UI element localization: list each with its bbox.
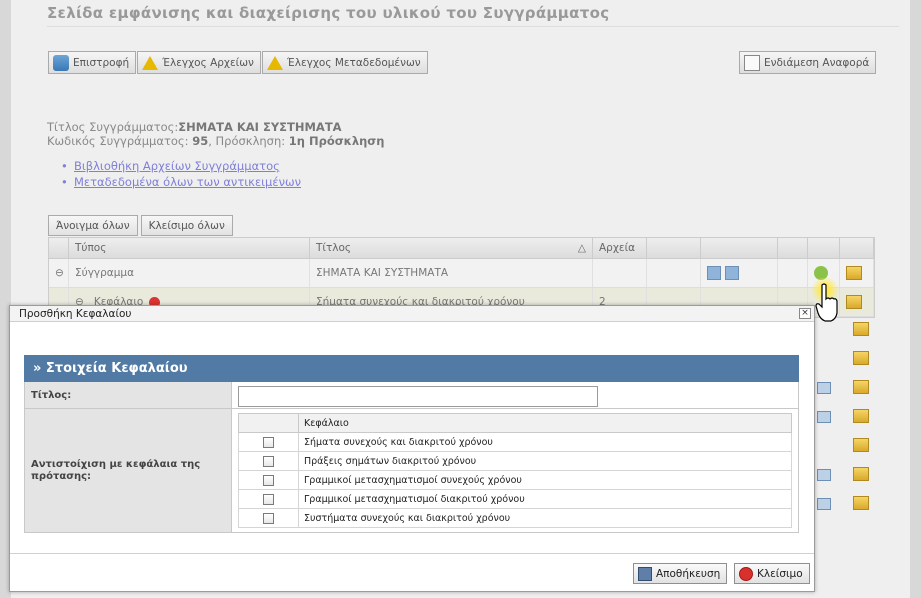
book-code-label: Κωδικός Συγγράμματος: [47, 134, 189, 148]
dialog-title: Προσθήκη Κεφαλαίου [19, 307, 132, 320]
back-button[interactable]: Επιστροφή [48, 51, 137, 74]
chapters-table: Κεφάλαιο Σήματα συνεχούς και διακριτού χ… [238, 413, 792, 528]
hand-cursor-icon [815, 283, 838, 322]
mapping-label: Αντιστοίχιση με κεφάλαια της πρότασης: [25, 409, 232, 532]
edit-icon[interactable] [725, 266, 739, 280]
save-button-label: Αποθήκευση [656, 567, 721, 580]
report-icon[interactable] [817, 469, 831, 481]
collapse-icon[interactable]: ⊖ [49, 259, 69, 287]
tree-controls: Άνοιγμα όλων Κλείσιμο όλων [48, 215, 236, 236]
warning-icon [266, 55, 283, 70]
chapter-label: Συστήματα συνεχούς και διακριτού χρόνου [298, 508, 792, 528]
interim-report-button[interactable]: Ενδιάμεση Αναφορά [739, 51, 877, 74]
chapter-column-header: Κεφάλαιο [298, 413, 792, 433]
call-label: , Πρόσκληση: [208, 134, 286, 148]
report-icon[interactable] [817, 382, 831, 394]
chapter-checkbox[interactable] [263, 474, 274, 486]
table-row[interactable]: ⊖ Σύγγραμμα ΣΗΜΑΤΑ ΚΑΙ ΣΥΣΤΗΜΑΤΑ [49, 259, 874, 288]
check-metadata-button[interactable]: Έλεγχος Μεταδεδομένων [261, 51, 428, 74]
row-title: ΣΗΜΑΤΑ ΚΑΙ ΣΥΣΤΗΜΑΤΑ [310, 259, 593, 287]
main-toolbar: Επιστροφή Έλεγχος Αρχείων Έλεγχος Μεταδε… [48, 51, 429, 74]
chapter-label: Σήματα συνεχούς και διακριτού χρόνου [298, 432, 792, 452]
folder-icon[interactable] [853, 438, 869, 452]
title-row: Τίτλος: [25, 382, 798, 409]
report-icon[interactable] [817, 498, 831, 510]
call-value: 1η Πρόσκληση [288, 134, 385, 148]
folder-icon[interactable] [846, 295, 862, 309]
collapse-all-button[interactable]: Κλείσιμο όλων [140, 215, 233, 236]
grid-header-col8 [808, 238, 840, 258]
book-code-value: 95 [192, 134, 209, 148]
book-title-value: ΣΗΜΑΤΑ ΚΑΙ ΣΥΣΤΗΜΑΤΑ [178, 120, 342, 134]
grid-header-title-label: Τίτλος [316, 242, 352, 254]
chapter-label: Γραμμικοί μετασχηματισμοί διακριτού χρόν… [298, 489, 792, 509]
check-metadata-label: Έλεγχος Μεταδεδομένων [286, 56, 421, 69]
back-icon [53, 54, 69, 71]
chapter-label: Γραμμικοί μετασχηματισμοί συνεχούς χρόνο… [298, 470, 792, 490]
grid-header-title[interactable]: Τίτλος △ [310, 238, 593, 258]
grid-header-col9 [840, 238, 874, 258]
chapter-checkbox[interactable] [263, 436, 274, 448]
section-header: » Στοιχεία Κεφαλαίου [24, 355, 799, 382]
folder-icon[interactable] [853, 409, 869, 423]
grid-header: Τύπος Τίτλος △ Αρχεία [49, 238, 874, 259]
view-icon[interactable] [707, 266, 721, 280]
chapter-checkbox[interactable] [263, 493, 274, 505]
dialog-footer: Αποθήκευση Κλείσιμο [10, 553, 814, 591]
book-links: Βιβλιοθήκη Αρχείων Συγγράμματος Μεταδεδο… [61, 158, 301, 190]
title-label: Τίτλος: [25, 382, 232, 408]
save-button[interactable]: Αποθήκευση [633, 563, 728, 584]
mapping-row: Αντιστοίχιση με κεφάλαια της πρότασης: Κ… [25, 409, 798, 532]
chapter-label: Πράξεις σημάτων διακριτού χρόνου [298, 451, 792, 471]
chapter-checkbox[interactable] [263, 455, 274, 467]
folder-icon[interactable] [853, 322, 869, 336]
folder-icon[interactable] [853, 467, 869, 481]
table-row: Σήματα συνεχούς και διακριτού χρόνου [238, 432, 792, 452]
back-button-label: Επιστροφή [73, 56, 130, 69]
table-row: Γραμμικοί μετασχηματισμοί συνεχούς χρόνο… [238, 470, 792, 490]
row-type: Σύγγραμμα [69, 259, 310, 287]
warning-icon [142, 55, 159, 70]
grid-header-type[interactable]: Τύπος [69, 238, 310, 258]
sort-icon: △ [577, 242, 586, 254]
book-title-label: Τίτλος Συγγράμματος: [47, 120, 179, 134]
title-divider [47, 26, 899, 27]
grid-header-col5 [647, 238, 701, 258]
grid-header-expander [49, 238, 69, 258]
book-metadata: Τίτλος Συγγράμματος:ΣΗΜΑΤΑ ΚΑΙ ΣΥΣΤΗΜΑΤΑ… [47, 120, 384, 148]
check-files-button[interactable]: Έλεγχος Αρχείων [137, 51, 261, 74]
grid-header-col6 [701, 238, 778, 258]
chapter-checkbox[interactable] [263, 512, 274, 524]
dialog-titlebar: Προσθήκη Κεφαλαίου [10, 306, 814, 322]
save-icon [638, 566, 652, 581]
library-link[interactable]: Βιβλιοθήκη Αρχείων Συγγράμματος [61, 158, 301, 174]
folder-icon[interactable] [853, 496, 869, 510]
select-column-header [238, 413, 299, 433]
add-chapter-dialog: Προσθήκη Κεφαλαίου × » Στοιχεία Κεφαλαίο… [9, 305, 815, 592]
close-button[interactable]: Κλείσιμο [734, 563, 810, 584]
chapter-form: Τίτλος: Αντιστοίχιση με κεφάλαια της πρό… [24, 382, 799, 533]
close-button-label: Κλείσιμο [757, 567, 803, 580]
check-files-label: Έλεγχος Αρχείων [162, 56, 254, 69]
folder-icon[interactable] [853, 351, 869, 365]
page-title: Σελίδα εμφάνισης και διαχείρισης του υλι… [47, 4, 610, 22]
folder-icon[interactable] [853, 380, 869, 394]
metadata-link[interactable]: Μεταδεδομένα όλων των αντικειμένων [61, 174, 301, 190]
close-icon[interactable]: × [799, 308, 811, 319]
table-row: Πράξεις σημάτων διακριτού χρόνου [238, 451, 792, 471]
table-row: Γραμμικοί μετασχηματισμοί διακριτού χρόν… [238, 489, 792, 509]
expand-all-button[interactable]: Άνοιγμα όλων [48, 215, 138, 236]
folder-icon[interactable] [846, 266, 862, 280]
grid-header-col7 [778, 238, 808, 258]
report-icon[interactable] [817, 411, 831, 423]
table-row: Συστήματα συνεχούς και διακριτού χρόνου [238, 508, 792, 528]
title-input[interactable] [238, 386, 598, 407]
close-icon [739, 566, 753, 581]
report-icon [744, 54, 760, 71]
grid-header-files[interactable]: Αρχεία [593, 238, 647, 258]
row-files [593, 259, 647, 287]
interim-report-label: Ενδιάμεση Αναφορά [764, 56, 870, 69]
